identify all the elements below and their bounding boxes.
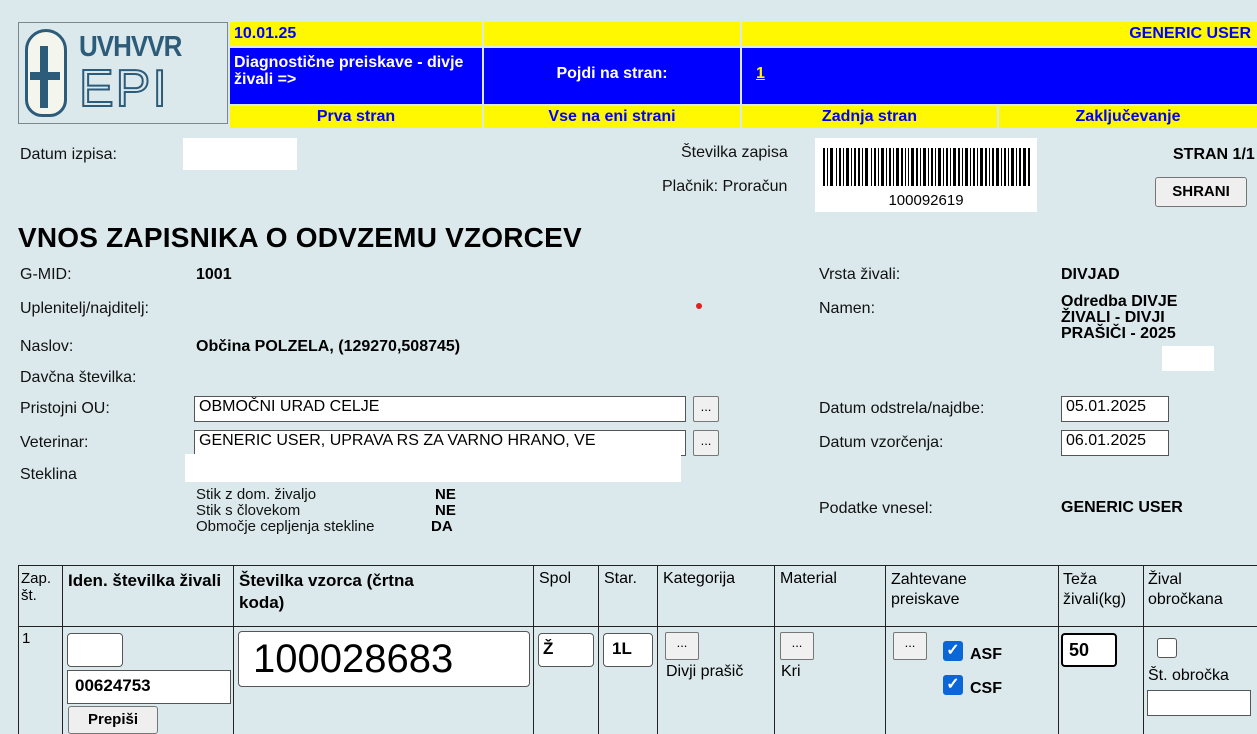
save-button[interactable]: SHRANI bbox=[1155, 177, 1247, 207]
col-header-weight: Teža živali(kg) bbox=[1063, 571, 1127, 608]
col-header-tests: Zahtevane preiskave bbox=[891, 571, 967, 608]
header-date: 10.01.25 bbox=[230, 22, 482, 46]
nav-all-pages[interactable]: Vse na eni strani bbox=[484, 106, 740, 128]
nav-finalize[interactable]: Zaključevanje bbox=[999, 106, 1257, 128]
header-empty bbox=[484, 22, 740, 46]
page-indicator: STRAN 1/1 bbox=[1173, 146, 1255, 163]
test-csf-checkbox[interactable]: ✓ bbox=[943, 675, 963, 695]
col-header-sex: Spol bbox=[539, 570, 572, 587]
purpose-value: Odredba DIVJE ŽIVALI - DIVJI PRAŠIČI - 2… bbox=[1061, 293, 1178, 342]
authority-input[interactable]: OBMOČNI URAD CELJE bbox=[194, 396, 686, 422]
contact-domestic-value: NE bbox=[435, 486, 456, 503]
address-label: Naslov: bbox=[20, 338, 74, 355]
col-header-no: Zap. št. bbox=[21, 570, 52, 604]
animal-id-input[interactable]: 00624753 bbox=[67, 670, 231, 704]
entered-by-label: Podatke vnesel: bbox=[819, 500, 933, 517]
logo-seal-icon bbox=[25, 29, 67, 117]
sex-input[interactable]: Ž bbox=[538, 633, 594, 667]
category-lookup-button[interactable]: ... bbox=[665, 632, 699, 660]
weight-input[interactable]: 50 bbox=[1061, 633, 1117, 667]
header-user[interactable]: GENERIC USER bbox=[742, 22, 1257, 46]
record-number-label: Številka zapisa bbox=[681, 144, 788, 161]
contact-human-value: NE bbox=[435, 502, 456, 519]
rewrite-button[interactable]: Prepiši bbox=[68, 706, 158, 734]
required-marker bbox=[696, 303, 702, 309]
entered-by-value: GENERIC USER bbox=[1061, 499, 1183, 516]
sample-number-input[interactable]: 100028683 bbox=[238, 631, 530, 687]
test-asf-label: ASF bbox=[970, 646, 1002, 663]
material-lookup-button[interactable]: ... bbox=[780, 632, 814, 660]
barcode-number: 100092619 bbox=[888, 192, 964, 209]
gmid-label: G-MID: bbox=[20, 266, 72, 283]
animal-id-prefix-input[interactable] bbox=[67, 633, 123, 667]
shot-date-label: Datum odstrela/najdbe: bbox=[819, 400, 985, 417]
vaccination-area-value: DA bbox=[431, 518, 453, 535]
test-asf-checkbox[interactable]: ✓ bbox=[943, 641, 963, 661]
barcode-icon bbox=[823, 148, 1030, 186]
goto-page-label: Pojdi na stran: bbox=[484, 48, 740, 104]
gmid-value: 1001 bbox=[196, 266, 232, 283]
rabies-label: Steklina bbox=[20, 466, 77, 483]
purpose-label: Namen: bbox=[819, 300, 876, 317]
contact-human-label: Stik s človekom bbox=[196, 502, 301, 519]
barcode: 100092619 bbox=[815, 138, 1037, 212]
table-header-border bbox=[18, 626, 1257, 627]
species-value: DIVJAD bbox=[1061, 266, 1120, 283]
vet-input[interactable]: GENERIC USER, UPRAVA RS ZA VARNO HRANO, … bbox=[194, 430, 686, 456]
page-title: VNOS ZAPISNIKA O ODVZEMU VZORCEV bbox=[18, 222, 582, 253]
print-date-label: Datum izpisa: bbox=[20, 146, 117, 163]
shot-date-input[interactable]: 05.01.2025 bbox=[1061, 396, 1169, 422]
species-label: Vrsta živali: bbox=[819, 266, 901, 283]
row-number: 1 bbox=[22, 630, 31, 647]
app-logo: UVHVVR EPI bbox=[18, 22, 228, 124]
col-header-category: Kategorija bbox=[663, 570, 736, 587]
logo-text-bottom: EPI bbox=[78, 59, 169, 119]
col-header-material: Material bbox=[780, 570, 837, 587]
module-title[interactable]: Diagnostične preiskave - divje živali => bbox=[230, 48, 482, 104]
rabies-value bbox=[185, 454, 681, 482]
tax-number-label: Davčna številka: bbox=[20, 369, 137, 386]
owner-label: Uplenitelj/najditelj: bbox=[20, 300, 149, 317]
col-header-ringed: Žival obročkana bbox=[1148, 571, 1223, 608]
col-header-sample-number: Številka vzorca (črtna koda) bbox=[239, 571, 414, 612]
col-header-animal-id: Iden. številka živali bbox=[68, 571, 222, 590]
test-csf-label: CSF bbox=[970, 680, 1002, 697]
ringed-checkbox[interactable] bbox=[1157, 638, 1177, 658]
sample-date-input[interactable]: 06.01.2025 bbox=[1061, 430, 1169, 456]
authority-label: Pristojni OU: bbox=[20, 400, 110, 417]
ring-number-label: Št. obročka bbox=[1148, 667, 1229, 684]
vaccination-area-label: Območje cepljenja stekline bbox=[196, 518, 375, 535]
category-value: Divji prašič bbox=[666, 663, 744, 680]
purpose-overlay bbox=[1162, 346, 1214, 371]
vet-label: Veterinar: bbox=[20, 434, 89, 451]
authority-lookup-button[interactable]: ... bbox=[693, 396, 719, 422]
nav-last-page[interactable]: Zadnja stran bbox=[742, 106, 997, 128]
col-header-age: Star. bbox=[604, 570, 637, 587]
table-top-border bbox=[18, 565, 1257, 566]
payer-label: Plačnik: Proračun bbox=[662, 178, 788, 195]
nav-first-page[interactable]: Prva stran bbox=[230, 106, 482, 128]
vet-lookup-button[interactable]: ... bbox=[693, 430, 719, 456]
tests-lookup-button[interactable]: ... bbox=[893, 632, 927, 660]
print-date-value bbox=[183, 138, 297, 170]
goto-page-link[interactable]: 1 bbox=[756, 65, 765, 82]
ring-number-input[interactable] bbox=[1147, 690, 1251, 716]
address-value: Občina POLZELA, (129270,508745) bbox=[196, 338, 461, 355]
sample-date-label: Datum vzorčenja: bbox=[819, 434, 944, 451]
material-value: Kri bbox=[781, 663, 801, 680]
contact-domestic-label: Stik z dom. živaljo bbox=[196, 486, 317, 503]
age-input[interactable]: 1L bbox=[603, 633, 653, 667]
